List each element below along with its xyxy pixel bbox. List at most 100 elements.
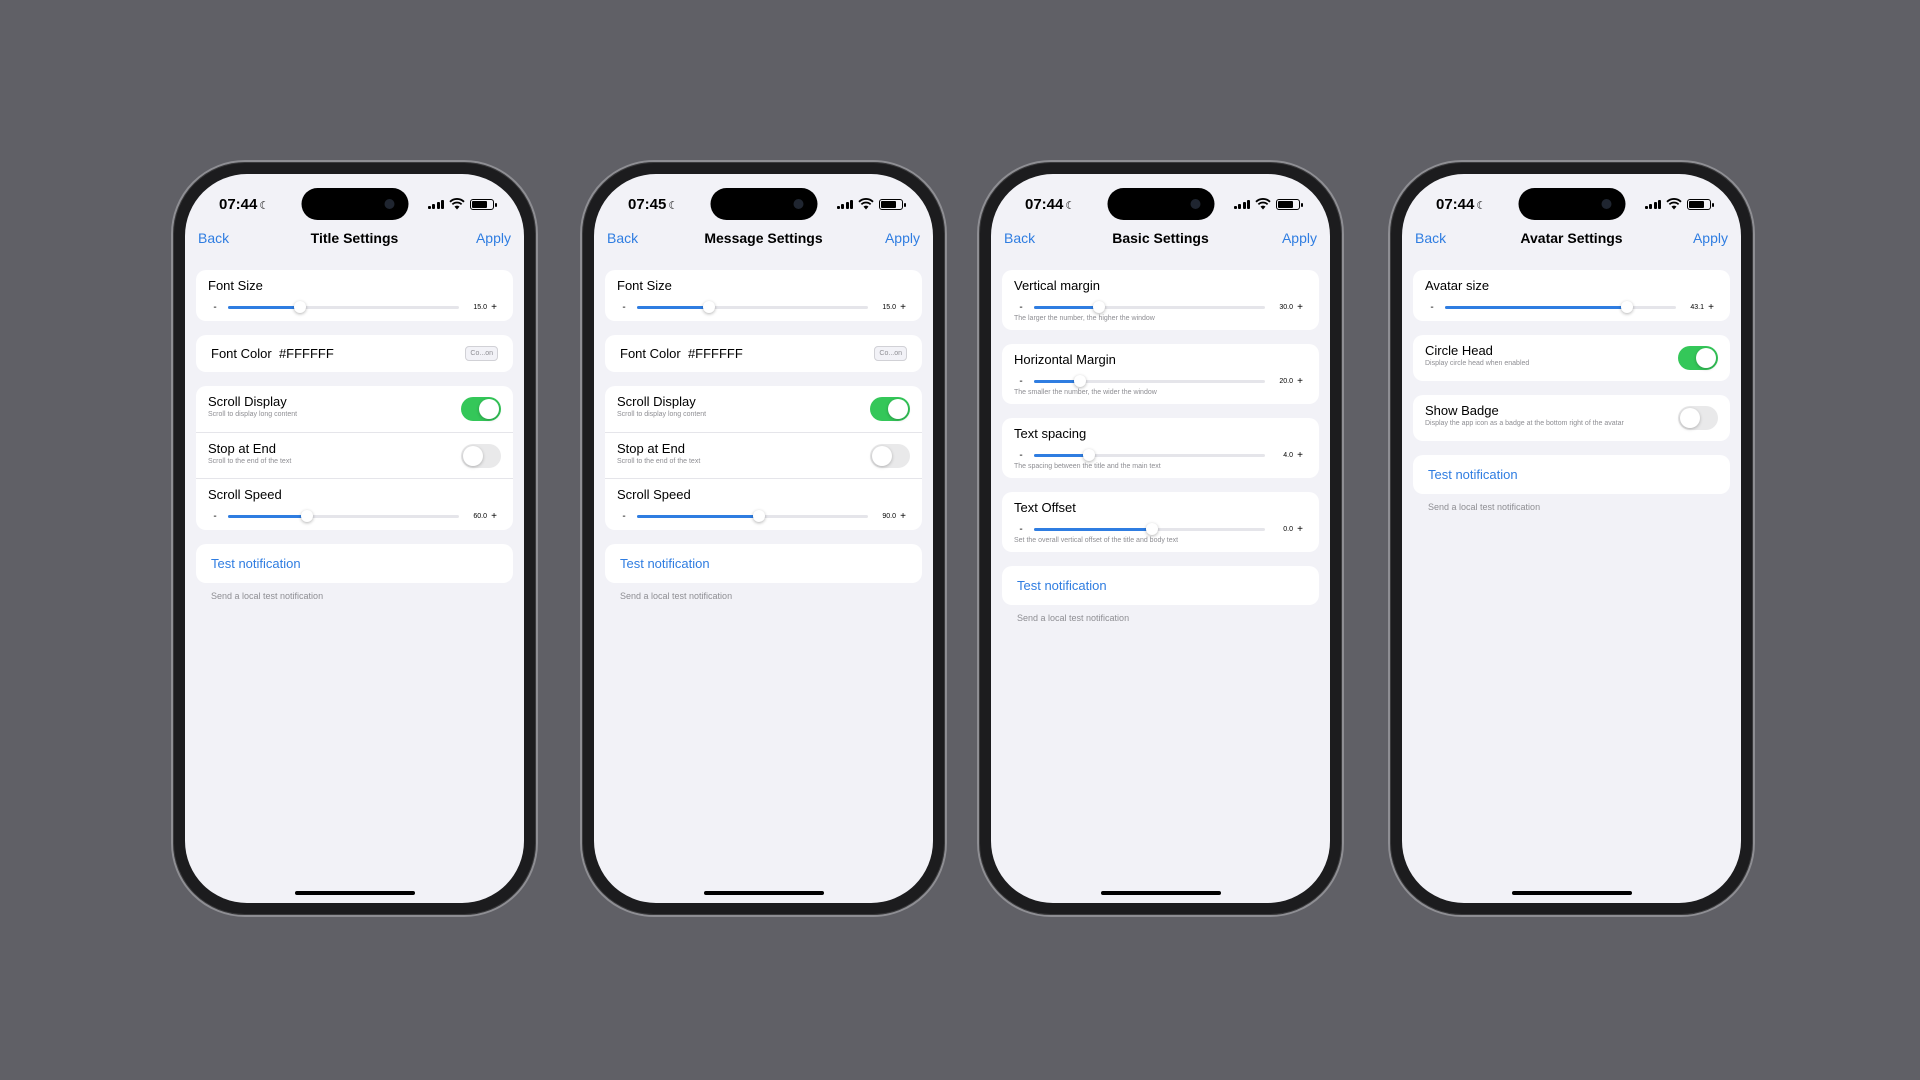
decrement-button[interactable]: - [617, 302, 631, 313]
font-color-hex: #FFFFFF [278, 346, 334, 361]
slider-thumb[interactable] [300, 510, 313, 522]
stop-at-end-label: Stop at End [617, 441, 685, 456]
test-notification-button[interactable]: Test notification [1002, 566, 1319, 605]
moon-icon: ☾ [1476, 200, 1487, 212]
back-button[interactable]: Back [198, 230, 229, 246]
circle-head-sub: Display circle head when enabled [1425, 360, 1530, 367]
apply-button[interactable]: Apply [1282, 230, 1317, 246]
decrement-button[interactable]: - [1425, 302, 1439, 313]
slider-thumb[interactable] [753, 510, 766, 522]
home-indicator[interactable] [1511, 891, 1632, 895]
slider-thumb[interactable] [293, 301, 306, 313]
test-notification-sub: Send a local test notification [211, 591, 324, 601]
scroll-card: Scroll Display Scroll to display long co… [196, 386, 513, 530]
home-indicator[interactable] [703, 891, 824, 895]
decrement-button[interactable]: - [208, 511, 222, 522]
stop-at-end-toggle[interactable] [870, 443, 910, 468]
circle-head-toggle[interactable] [1678, 346, 1718, 370]
increment-button[interactable]: + [487, 511, 501, 522]
wifi-icon [1666, 198, 1682, 210]
circle-head-row: Circle Head Display circle head when ena… [1413, 335, 1730, 381]
slider-thumb[interactable] [1092, 301, 1105, 313]
home-indicator[interactable] [294, 891, 415, 895]
text-offset-row: Text Offset - 0.0 + Set the overall vert… [1002, 492, 1319, 552]
stop-at-end-row: Stop at End Scroll to the end of the tex… [605, 432, 922, 478]
test-notification-button[interactable]: Test notification [605, 544, 922, 583]
settings-content: Vertical margin - 30.0 + The larger the … [1002, 270, 1319, 623]
vertical-margin-row: Vertical margin - 30.0 + The larger the … [1002, 270, 1319, 330]
screen: 07:44 ☾ Back Avatar Settings Apply Avatar… [1402, 174, 1741, 903]
font-color-label: Font Color [211, 346, 272, 361]
back-button[interactable]: Back [1415, 230, 1446, 246]
show-badge-toggle[interactable] [1678, 406, 1718, 430]
slider-thumb[interactable] [702, 301, 715, 313]
slider-track[interactable] [1034, 301, 1265, 313]
stop-at-end-toggle[interactable] [461, 443, 501, 468]
increment-button[interactable]: + [487, 302, 501, 313]
increment-button[interactable]: + [1293, 302, 1307, 313]
phone-message-settings: 07:45 ☾ Back Message Settings Apply Font … [580, 160, 947, 917]
decrement-button[interactable]: - [208, 302, 222, 313]
back-button[interactable]: Back [1004, 230, 1035, 246]
scroll-display-label: Scroll Display [617, 394, 696, 409]
apply-button[interactable]: Apply [476, 230, 511, 246]
color-picker-button[interactable]: Co...on [465, 346, 498, 361]
scroll-display-row: Scroll Display Scroll to display long co… [196, 386, 513, 432]
apply-button[interactable]: Apply [1693, 230, 1728, 246]
increment-button[interactable]: + [1293, 450, 1307, 461]
slider-track[interactable] [637, 510, 868, 522]
decrement-button[interactable]: - [1014, 450, 1028, 461]
scroll-display-toggle[interactable] [870, 397, 910, 421]
avatar-size-label: Avatar size [1425, 278, 1490, 293]
slider-track[interactable] [1034, 375, 1265, 387]
settings-content: Font Size - 15.0 + Font Color #FFFFFF Co… [605, 270, 922, 601]
horizontal-margin-card: Horizontal Margin - 20.0 + The smaller t… [1002, 344, 1319, 404]
nav-bar: Back Title Settings Apply [185, 230, 524, 252]
slider-track[interactable] [1445, 301, 1676, 313]
slider-value: 60.0 [473, 512, 487, 520]
settings-content: Font Size - 15.0 + Font Color #FFFFFF Co… [196, 270, 513, 601]
test-notification-button[interactable]: Test notification [1413, 455, 1730, 494]
text-spacing-label: Text spacing [1014, 426, 1087, 441]
scroll-display-toggle[interactable] [461, 397, 501, 421]
slider-track[interactable] [1034, 523, 1265, 535]
text-offset-label: Text Offset [1014, 500, 1076, 515]
font-size-row: Font Size - 15.0 + [605, 270, 922, 321]
slider-track[interactable] [228, 301, 459, 313]
nav-bar: Back Avatar Settings Apply [1402, 230, 1741, 252]
slider-track[interactable] [228, 510, 459, 522]
cellular-signal-icon [427, 199, 444, 209]
home-indicator[interactable] [1100, 891, 1221, 895]
slider-thumb[interactable] [1145, 523, 1158, 535]
battery-icon [1687, 198, 1714, 210]
vertical-margin-sub: The larger the number, the higher the wi… [1014, 315, 1155, 322]
status-icons [1644, 198, 1714, 210]
increment-button[interactable]: + [896, 302, 910, 313]
slider-track[interactable] [1034, 449, 1265, 461]
apply-button[interactable]: Apply [885, 230, 920, 246]
increment-button[interactable]: + [1293, 524, 1307, 535]
increment-button[interactable]: + [1293, 376, 1307, 387]
phone-basic-settings: 07:44 ☾ Back Basic Settings Apply Vertica… [977, 160, 1344, 917]
test-notification-button[interactable]: Test notification [196, 544, 513, 583]
font-color-row[interactable]: Font Color #FFFFFF Co...on [196, 335, 513, 372]
increment-button[interactable]: + [1704, 302, 1718, 313]
scroll-speed-label: Scroll Speed [617, 487, 691, 502]
vertical-margin-card: Vertical margin - 30.0 + The larger the … [1002, 270, 1319, 330]
decrement-button[interactable]: - [1014, 302, 1028, 313]
increment-button[interactable]: + [896, 511, 910, 522]
wifi-icon [449, 198, 465, 210]
font-color-row[interactable]: Font Color #FFFFFF Co...on [605, 335, 922, 372]
slider-track[interactable] [637, 301, 868, 313]
slider-thumb[interactable] [1621, 301, 1634, 313]
moon-icon: ☾ [1065, 200, 1076, 212]
slider-thumb[interactable] [1083, 449, 1096, 461]
back-button[interactable]: Back [607, 230, 638, 246]
font-size-row: Font Size - 15.0 + [196, 270, 513, 321]
slider-thumb[interactable] [1074, 375, 1087, 387]
status-time-text: 07:44 [1436, 196, 1475, 213]
decrement-button[interactable]: - [1014, 376, 1028, 387]
decrement-button[interactable]: - [1014, 524, 1028, 535]
color-picker-button[interactable]: Co...on [874, 346, 907, 361]
decrement-button[interactable]: - [617, 511, 631, 522]
